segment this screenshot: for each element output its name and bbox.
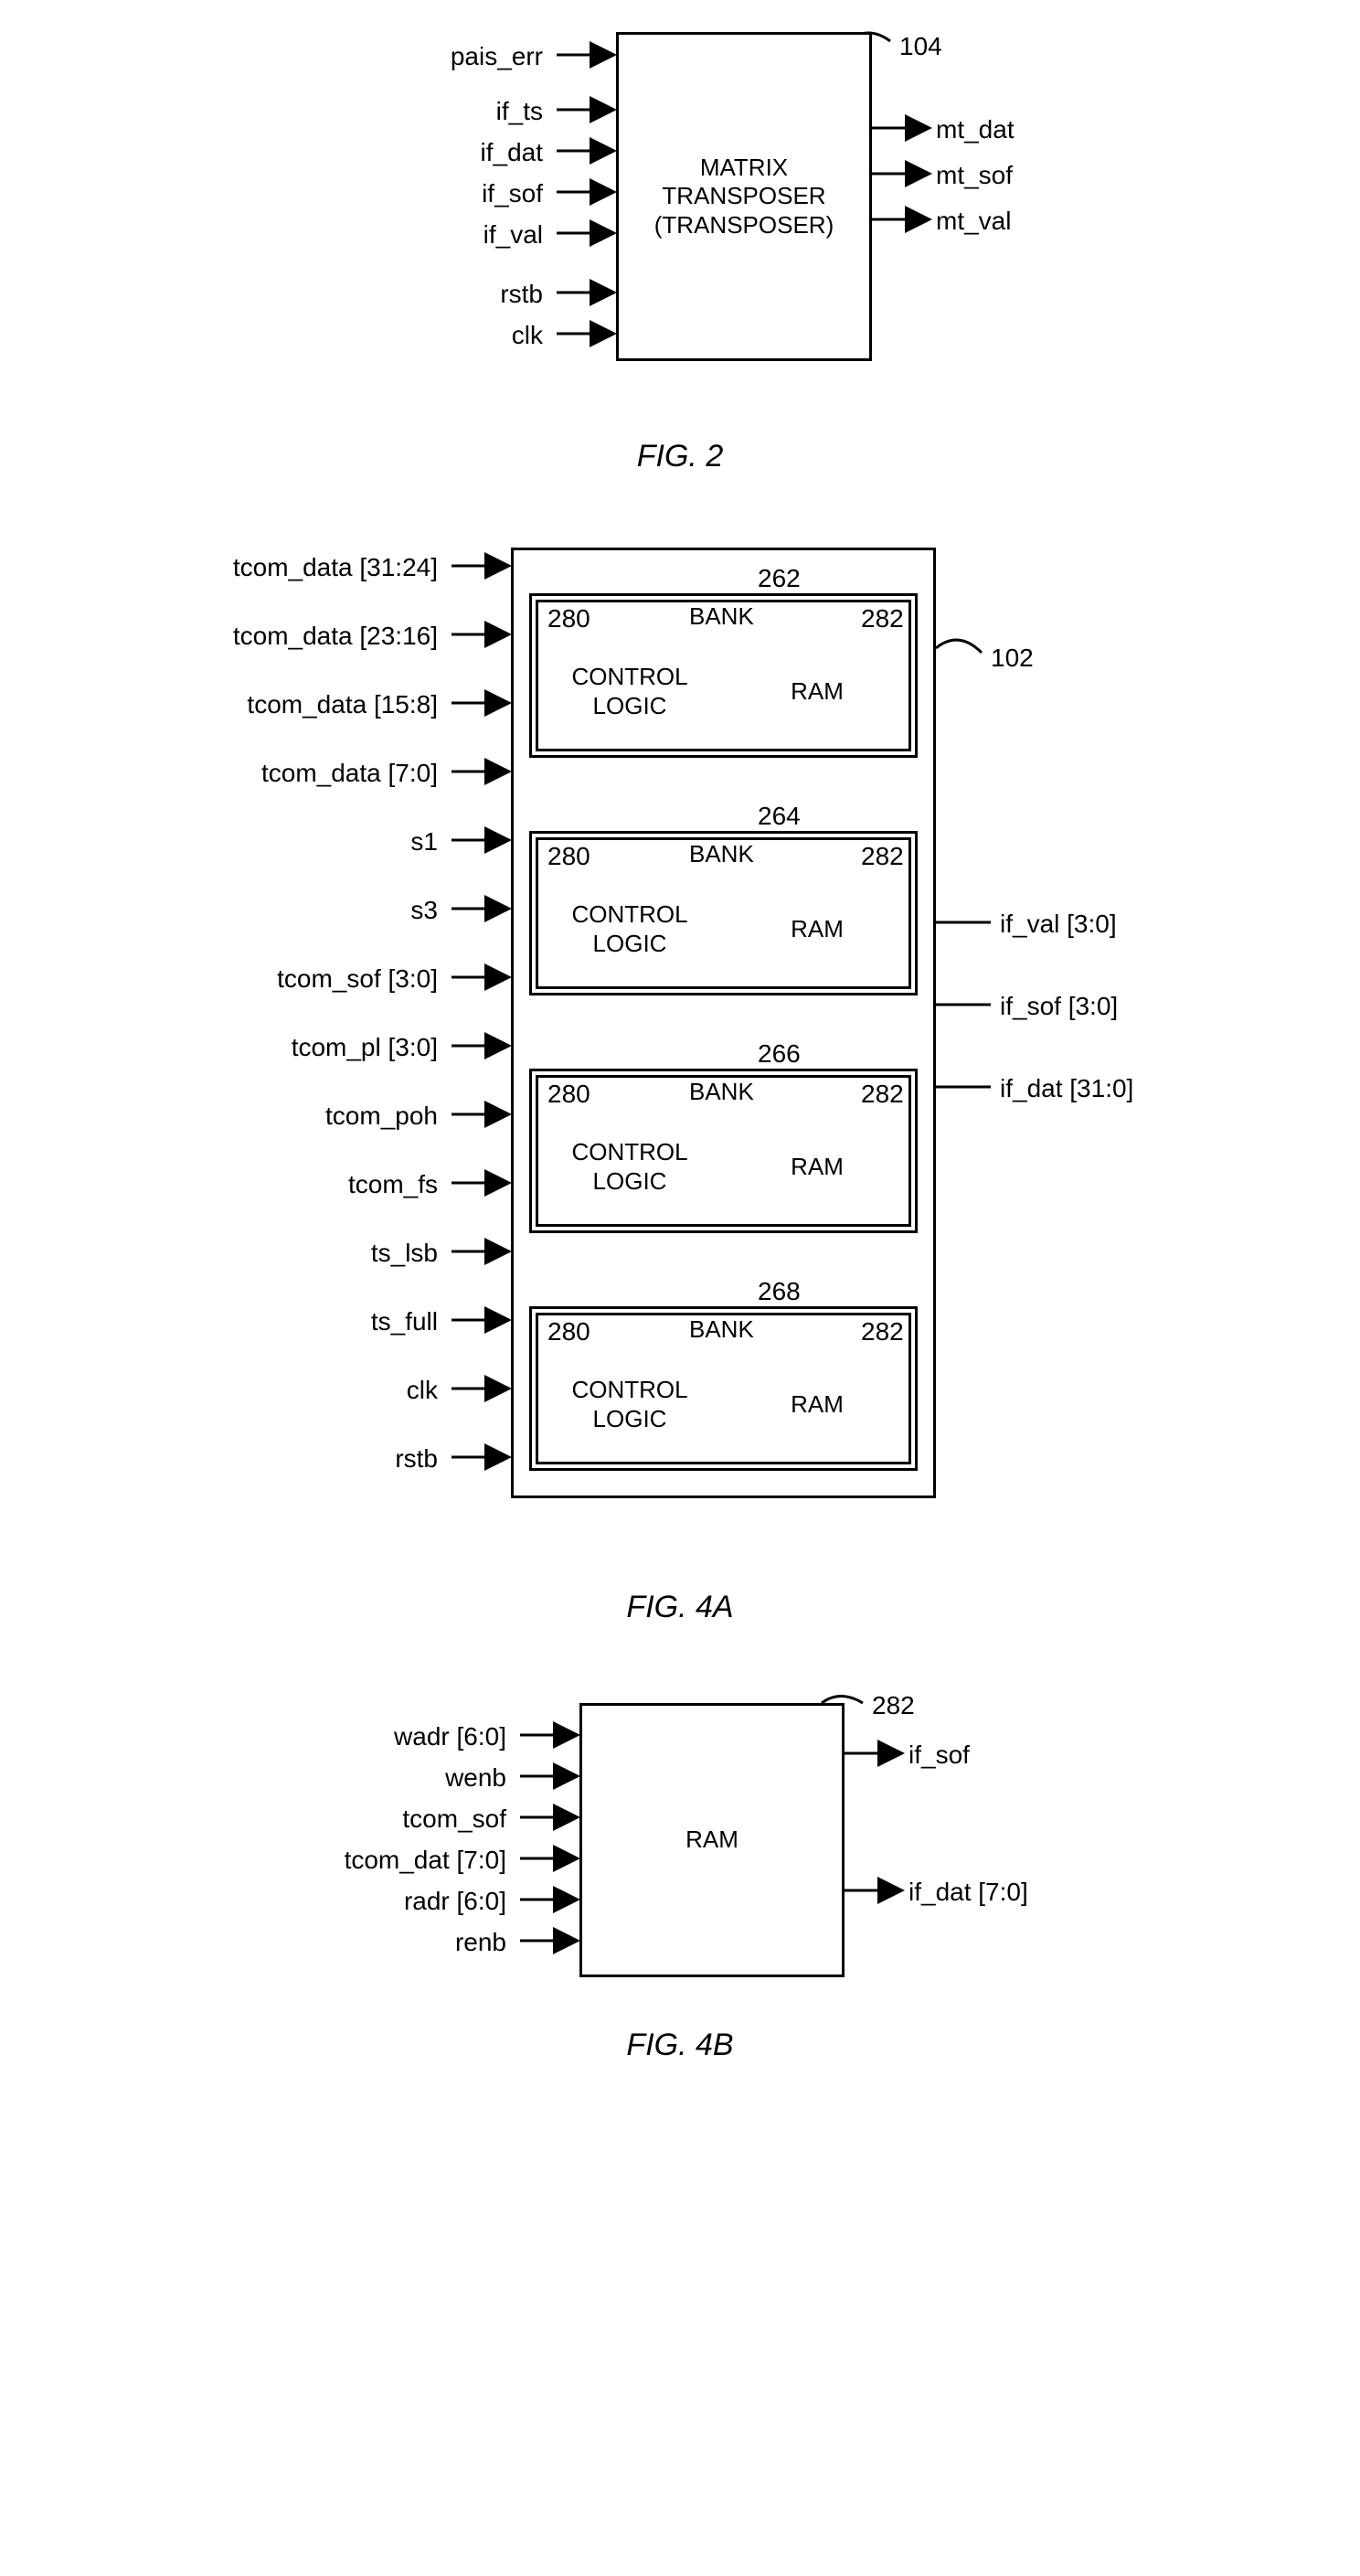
sig-if-sof-4b: if_sof bbox=[908, 1740, 970, 1770]
sig-tcom-pl: tcom_pl [3:0] bbox=[292, 1033, 438, 1062]
ctrl-label-1: CONTROL LOGIC bbox=[543, 639, 717, 744]
sig-tcom-sof: tcom_sof [3:0] bbox=[277, 964, 438, 994]
ref-280-3: 280 bbox=[547, 1080, 590, 1109]
bank-ref-268: 268 bbox=[758, 1277, 801, 1306]
ref-280-4: 280 bbox=[547, 1317, 590, 1347]
sig-tcom-data-23-16: tcom_data [23:16] bbox=[233, 622, 438, 651]
ram-block-4b: RAM bbox=[579, 1703, 845, 1977]
fig2-caption: FIG. 2 bbox=[637, 439, 723, 474]
sig-radr: radr [6:0] bbox=[404, 1887, 506, 1916]
fig4a-diagram: BANK 262 280 282 CONTROL LOGIC RAM BANK … bbox=[177, 529, 1183, 1571]
sig-tcom-fs: tcom_fs bbox=[348, 1170, 438, 1199]
bank-title-4: BANK bbox=[689, 1315, 754, 1344]
sig-if-ts: if_ts bbox=[496, 97, 543, 126]
ref-282-4b: 282 bbox=[872, 1691, 915, 1720]
sig-if-dat: if_dat bbox=[481, 138, 544, 167]
figure-4a: BANK 262 280 282 CONTROL LOGIC RAM BANK … bbox=[177, 529, 1183, 1625]
ram-label-1: RAM bbox=[730, 639, 904, 744]
sig-s3: s3 bbox=[410, 896, 438, 925]
sig-if-val: if_val bbox=[483, 220, 543, 250]
sig-tcom-sof-4b: tcom_sof bbox=[402, 1804, 506, 1834]
ref-102: 102 bbox=[991, 644, 1034, 673]
ram-label-3: RAM bbox=[730, 1114, 904, 1219]
sig-if-sof-30: if_sof [3:0] bbox=[1000, 992, 1118, 1021]
ref-104: 104 bbox=[899, 32, 942, 61]
sig-pais-err: pais_err bbox=[451, 42, 543, 71]
ram-label-2: RAM bbox=[730, 877, 904, 982]
sig-tcom-dat-70: tcom_dat [7:0] bbox=[345, 1846, 506, 1875]
sig-if-dat-70: if_dat [7:0] bbox=[908, 1878, 1028, 1907]
figure-4b: RAM 282 wadr [6:0] wenb tcom_sof tcom_da… bbox=[269, 1680, 1091, 2063]
ram-label-4: RAM bbox=[730, 1352, 904, 1457]
sig-tcom-data-31-24: tcom_data [31:24] bbox=[233, 553, 438, 582]
ctrl-label-2: CONTROL LOGIC bbox=[543, 877, 717, 982]
ctrl-label-3: CONTROL LOGIC bbox=[543, 1114, 717, 1219]
sig-renb: renb bbox=[455, 1928, 506, 1957]
bank-ref-262: 262 bbox=[758, 564, 801, 593]
ref-282-3: 282 bbox=[861, 1080, 904, 1109]
sig-rstb: rstb bbox=[500, 280, 543, 309]
ref-282-2: 282 bbox=[861, 842, 904, 871]
sig-ts-full: ts_full bbox=[371, 1307, 438, 1336]
sig-mt-dat: mt_dat bbox=[936, 115, 1015, 144]
sig-mt-val: mt_val bbox=[936, 207, 1011, 236]
bank-ref-266: 266 bbox=[758, 1039, 801, 1069]
bank-title-1: BANK bbox=[689, 602, 754, 631]
fig4b-caption: FIG. 4B bbox=[626, 2028, 733, 2063]
sig-tcom-data-15-8: tcom_data [15:8] bbox=[247, 690, 438, 719]
fig2-diagram: MATRIX TRANSPOSER (TRANSPOSER) 104 pais_… bbox=[305, 18, 1055, 420]
sig-ts-lsb: ts_lsb bbox=[371, 1239, 438, 1268]
sig-tcom-poh: tcom_poh bbox=[325, 1102, 438, 1131]
sig-if-dat-310: if_dat [31:0] bbox=[1000, 1074, 1133, 1103]
ref-282-1: 282 bbox=[861, 604, 904, 633]
sig-clk: clk bbox=[512, 321, 543, 350]
sig-clk-4a: clk bbox=[407, 1376, 438, 1405]
figure-2: MATRIX TRANSPOSER (TRANSPOSER) 104 pais_… bbox=[305, 18, 1055, 474]
sig-wenb: wenb bbox=[445, 1763, 506, 1793]
bank-title-2: BANK bbox=[689, 840, 754, 868]
bank-ref-264: 264 bbox=[758, 802, 801, 831]
fig4b-diagram: RAM 282 wadr [6:0] wenb tcom_sof tcom_da… bbox=[269, 1680, 1091, 2009]
sig-tcom-data-7-0: tcom_data [7:0] bbox=[261, 759, 438, 788]
bank-title-3: BANK bbox=[689, 1078, 754, 1106]
sig-rstb-4a: rstb bbox=[395, 1444, 438, 1474]
ref-280-1: 280 bbox=[547, 604, 590, 633]
sig-wadr: wadr [6:0] bbox=[394, 1722, 506, 1751]
ref-282-4: 282 bbox=[861, 1317, 904, 1347]
ref-280-2: 280 bbox=[547, 842, 590, 871]
sig-mt-sof: mt_sof bbox=[936, 161, 1013, 190]
sig-if-sof: if_sof bbox=[482, 179, 543, 208]
sig-if-val-30: if_val [3:0] bbox=[1000, 910, 1117, 939]
transposer-block: MATRIX TRANSPOSER (TRANSPOSER) bbox=[616, 32, 872, 361]
fig4a-caption: FIG. 4A bbox=[626, 1590, 733, 1625]
ctrl-label-4: CONTROL LOGIC bbox=[543, 1352, 717, 1457]
sig-s1: s1 bbox=[410, 827, 438, 857]
